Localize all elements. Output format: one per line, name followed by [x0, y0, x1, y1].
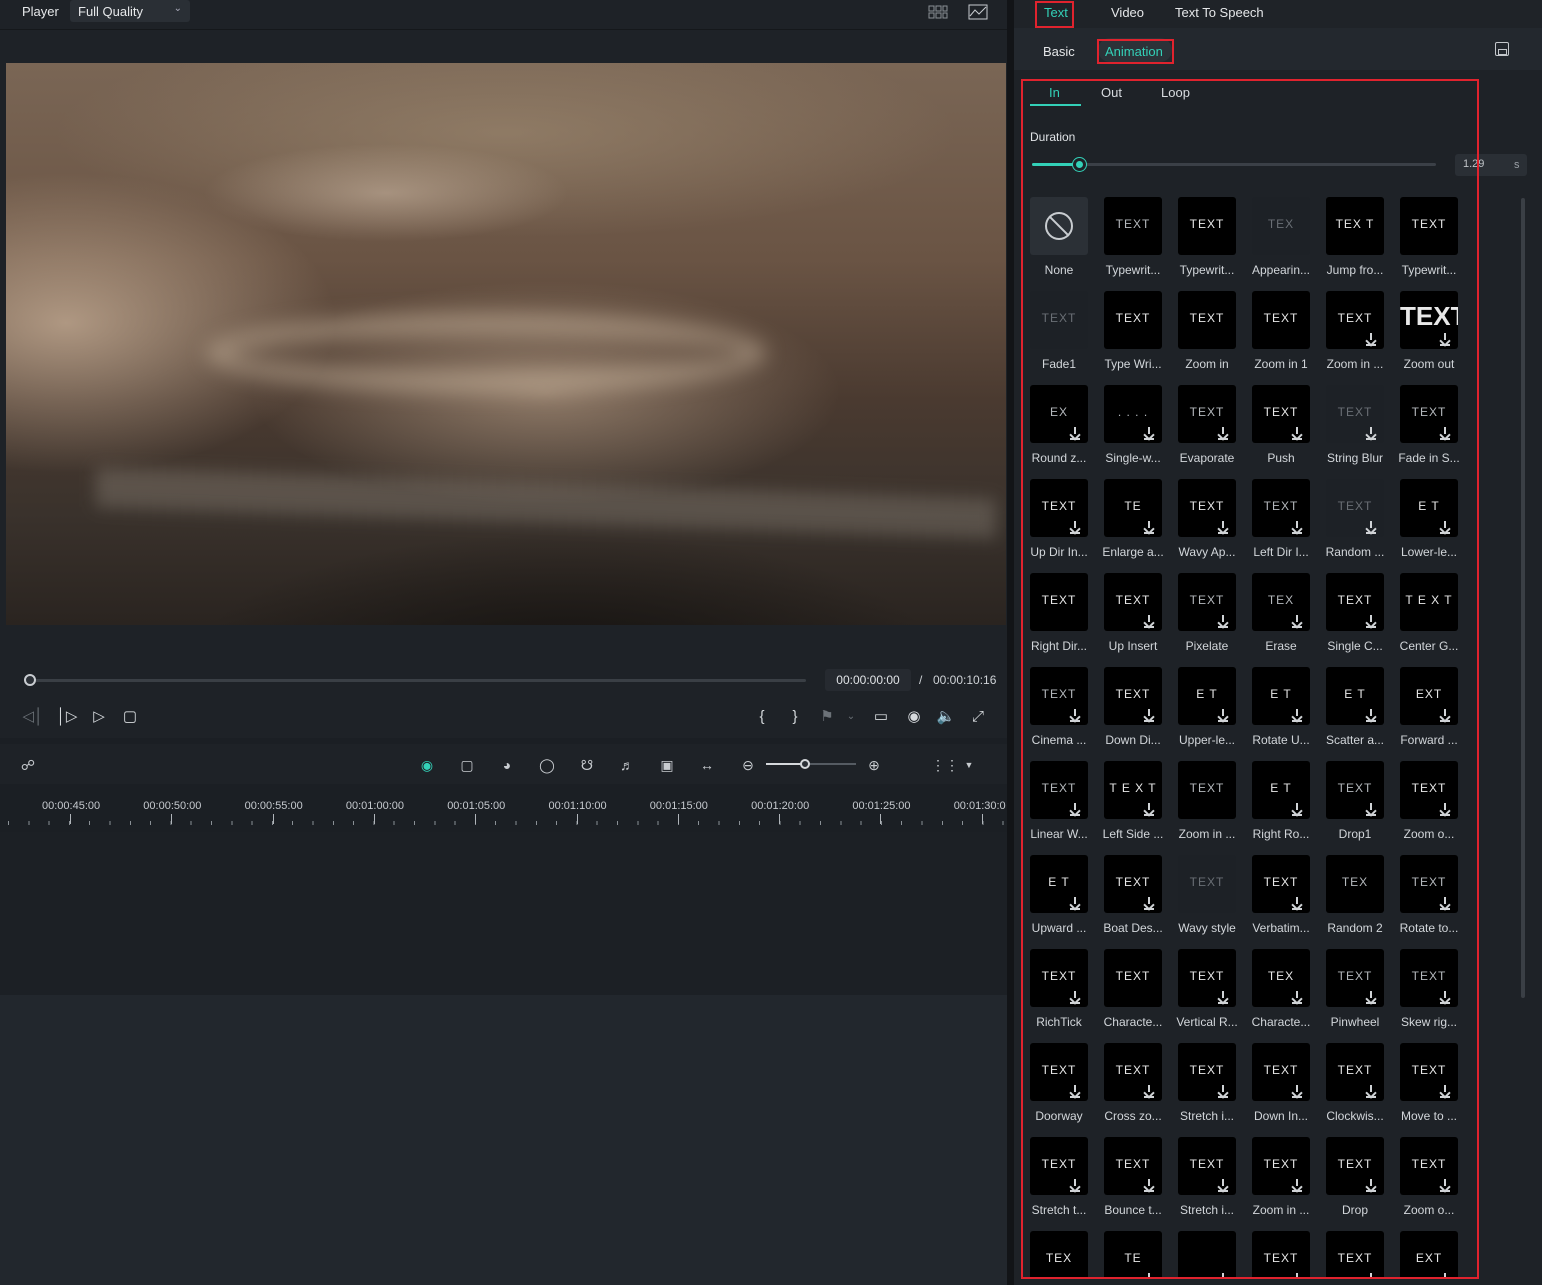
- player-panel: Player Full Quality ⌄ 00:00:00:00 / 00:0…: [0, 0, 1007, 738]
- quality-select[interactable]: Full Quality ⌄: [70, 0, 190, 22]
- playhead-knob[interactable]: [24, 674, 36, 686]
- ruler-label: 00:00:50:00: [143, 800, 202, 812]
- ruler-label: 00:01:10:00: [548, 800, 607, 812]
- volume-icon[interactable]: 🔈: [935, 705, 957, 727]
- play-icon[interactable]: ▷: [88, 705, 110, 727]
- layout-dropdown-icon[interactable]: ▼: [958, 754, 980, 776]
- display-icon[interactable]: ▭: [870, 705, 892, 727]
- ruler-major-tick: [779, 814, 781, 824]
- zoom-in-icon[interactable]: ⊕: [863, 754, 885, 776]
- player-label: Player: [22, 4, 59, 19]
- speed-icon[interactable]: ◕: [496, 754, 518, 776]
- ruler-major-tick: [171, 814, 173, 824]
- subtab-basic[interactable]: Basic: [1043, 44, 1075, 59]
- ruler-major-tick: [880, 814, 882, 824]
- snapshot-icon[interactable]: ◉: [903, 705, 925, 727]
- timeline-toolbar: ☍ ◉ ▢ ◕ ◯ ☋ ♬ ▣ ↔ ⊖ ⊕ ⋮⋮ ▼: [0, 744, 1007, 784]
- timeline-panel: ☍ ◉ ▢ ◕ ◯ ☋ ♬ ▣ ↔ ⊖ ⊕ ⋮⋮ ▼ 00:00:45:00 00…: [0, 744, 1007, 1285]
- marker-dropdown-icon[interactable]: ⌄: [840, 705, 862, 727]
- unlink-icon[interactable]: ☍: [17, 754, 39, 776]
- panel-divider[interactable]: [1007, 0, 1014, 1285]
- track-area-lower[interactable]: [0, 995, 1007, 1285]
- current-timecode[interactable]: 00:00:00:00: [825, 669, 911, 691]
- timeline-ruler[interactable]: 00:00:45:00 00:00:50:00 00:00:55:00 00:01:0…: [0, 794, 1007, 828]
- audio-mix-icon[interactable]: ♬: [616, 754, 638, 776]
- track-area[interactable]: [0, 832, 1007, 995]
- highlight-animation-subtab: [1097, 39, 1174, 64]
- chevron-down-icon: ⌄: [173, 3, 182, 14]
- ruler-major-tick: [70, 814, 71, 824]
- next-frame-icon[interactable]: │▷: [56, 705, 78, 727]
- ruler-major-tick: [981, 814, 983, 824]
- prev-frame-icon[interactable]: ◁│: [22, 705, 44, 727]
- quality-value: Full Quality: [78, 4, 144, 19]
- grid-view-icon[interactable]: [928, 4, 948, 20]
- shield-icon[interactable]: ◯: [536, 754, 558, 776]
- save-preset-icon[interactable]: [1495, 42, 1509, 56]
- ruler-label: 00:01:05:00: [447, 800, 506, 812]
- ai-assistant-icon[interactable]: ◉: [416, 754, 438, 776]
- ruler-label: 00:00:45:00: [42, 800, 101, 812]
- text-subtabs: Basic Animation: [1014, 30, 1542, 70]
- property-tabs: Text Video Text To Speech: [1014, 0, 1542, 28]
- zoom-out-icon[interactable]: ⊖: [737, 754, 759, 776]
- ruler-label: 00:01:20:00: [751, 800, 810, 812]
- video-preview[interactable]: [6, 63, 1006, 625]
- tab-text-to-speech[interactable]: Text To Speech: [1175, 5, 1264, 20]
- ruler-ticks: [0, 816, 1007, 826]
- playback-scrubber[interactable]: [30, 679, 806, 682]
- fit-icon[interactable]: ↔: [696, 754, 718, 776]
- timecode-separator: /: [919, 673, 923, 687]
- preview-blur-shape: [206, 313, 766, 393]
- render-icon[interactable]: ▣: [656, 754, 678, 776]
- total-timecode: 00:00:10:16: [933, 673, 997, 687]
- ruler-major-tick: [272, 814, 274, 824]
- layout-grid-icon[interactable]: ⋮⋮: [931, 754, 959, 776]
- preset-scrollbar[interactable]: [1521, 198, 1525, 998]
- ruler-label: 00:01:30:0: [953, 800, 1006, 812]
- preview-blur-band: [96, 467, 996, 539]
- ruler-major-tick: [677, 814, 679, 824]
- waveform-chart-icon[interactable]: [968, 4, 988, 20]
- ruler-label: 00:01:15:00: [649, 800, 708, 812]
- timeline-zoom-knob[interactable]: [800, 759, 810, 769]
- highlight-text-tab: [1035, 1, 1074, 28]
- mark-out-icon[interactable]: }: [784, 705, 806, 727]
- stop-icon[interactable]: ▢: [119, 705, 141, 727]
- video-fx-icon[interactable]: ▢: [456, 754, 478, 776]
- highlight-animation-panel: [1021, 79, 1479, 1279]
- editor-window: Player Full Quality ⌄ 00:00:00:00 / 00:0…: [0, 0, 1542, 1285]
- tab-video[interactable]: Video: [1111, 5, 1144, 20]
- duration-unit: s: [1514, 159, 1520, 171]
- ruler-major-tick: [475, 814, 477, 824]
- mark-in-icon[interactable]: {: [751, 705, 773, 727]
- fullscreen-icon[interactable]: ⤢: [967, 705, 989, 727]
- microphone-icon[interactable]: ☋: [576, 754, 598, 776]
- ruler-major-tick: [576, 814, 578, 824]
- player-toolbar: Player Full Quality ⌄: [0, 0, 1007, 30]
- ruler-label: 00:00:55:00: [244, 800, 303, 812]
- ruler-major-tick: [373, 814, 375, 824]
- marker-icon[interactable]: ⚑: [816, 705, 838, 727]
- ruler-label: 00:01:25:00: [852, 800, 911, 812]
- ruler-label: 00:01:00:00: [345, 800, 405, 812]
